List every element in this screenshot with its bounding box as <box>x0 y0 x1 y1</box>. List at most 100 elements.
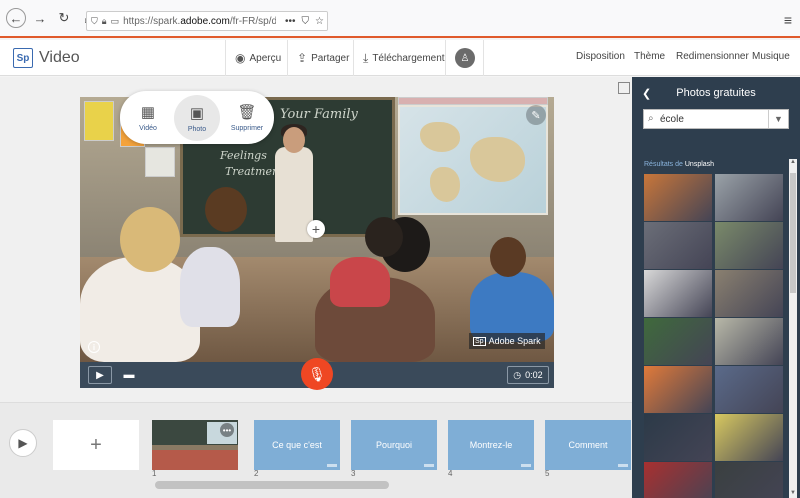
photo-result-10[interactable] <box>715 366 783 413</box>
share-label: Partager <box>311 52 350 64</box>
microphone-icon: 🎙︎ <box>308 365 326 382</box>
video-option-label: Vidéo <box>139 125 157 132</box>
slide-label: Montrez-le <box>469 440 513 450</box>
menu-icon[interactable]: ≡ <box>784 12 792 28</box>
slide-duration[interactable]: ◷ 0:02 <box>507 366 549 384</box>
film-icon: ▦ <box>140 104 156 121</box>
fullscreen-icon[interactable] <box>618 82 630 94</box>
preview-label: Aperçu <box>249 52 282 64</box>
teacher-head <box>283 127 305 153</box>
pocket-icon[interactable]: ⛉ <box>302 16 310 27</box>
preview-button[interactable]: ◉ Aperçu <box>235 40 281 76</box>
photo-option[interactable]: ▣ Photo <box>174 95 220 141</box>
thumb-kids <box>152 450 238 470</box>
photo-result-14[interactable] <box>715 462 783 498</box>
slide-thumbnail-2[interactable]: Ce que c'est <box>254 420 340 470</box>
poster <box>398 97 548 105</box>
layout-tab[interactable]: Disposition <box>576 51 625 62</box>
free-photos-panel: Photos gratuites ❮ ⌕ ▼ Résultats de Unsp… <box>632 77 800 498</box>
resize-tab[interactable]: Redimensionner <box>676 51 749 62</box>
photo-result-12[interactable] <box>715 414 783 461</box>
address-bar[interactable]: ⛉ 🔒︎ ▭ https://spark.adobe.com/fr-FR/sp/… <box>86 11 328 31</box>
photo-result-8[interactable] <box>715 318 783 365</box>
photo-option-label: Photo <box>187 125 207 133</box>
slide-corner <box>618 464 628 467</box>
photo-result-1[interactable] <box>644 174 712 221</box>
speech-bubble-icon: ▬ <box>123 369 135 381</box>
duration-label: 0:02 <box>525 370 543 380</box>
add-slide-button[interactable]: + <box>53 420 139 470</box>
divider <box>287 40 288 76</box>
back-icon[interactable]: ← <box>6 8 26 28</box>
slide-thumbnail-3[interactable]: Pourquoi <box>351 420 437 470</box>
reload-icon[interactable]: ↻ <box>54 8 74 28</box>
scroll-up-icon[interactable]: ▲ <box>789 159 797 167</box>
scroll-down-icon[interactable]: ▼ <box>789 490 797 498</box>
play-icon: ▶ <box>96 369 104 381</box>
slide-label: Ce que c'est <box>272 440 322 450</box>
photo-result-3[interactable] <box>644 222 712 269</box>
music-tab[interactable]: Musique <box>752 51 790 62</box>
photo-search: ⌕ ▼ <box>643 109 789 129</box>
logo-badge: Sp <box>13 48 33 68</box>
panel-scrollbar[interactable]: ▲ ▼ <box>789 159 797 498</box>
delete-option-label: Supprimer <box>230 125 264 132</box>
slide-label: Comment <box>568 440 608 450</box>
timeline-scrollbar[interactable] <box>155 481 389 489</box>
slide-thumbnail-4[interactable]: Montrez-le <box>448 420 534 470</box>
video-option[interactable]: ▦ Vidéo <box>124 91 172 144</box>
media-popup: ▦ Vidéo ▣ Photo 🗑︎ Supprimer <box>120 91 274 144</box>
chevron-down-icon[interactable]: ▼ <box>768 110 788 128</box>
share-button[interactable]: ⇪ Partager <box>297 40 349 76</box>
slide-timeline: ▶ + ••• 1 Ce que c'est 2 Pourquoi 3 Mont… <box>0 402 632 498</box>
slide-thumbnail-5[interactable]: Comment <box>545 420 631 470</box>
photo-result-5[interactable] <box>644 270 712 317</box>
add-element-icon[interactable]: + <box>307 220 325 238</box>
results-prefix: Résultats de <box>644 161 683 168</box>
app-logo[interactable]: Sp Video <box>13 48 80 68</box>
forward-icon[interactable]: → <box>30 8 50 28</box>
student <box>180 247 240 327</box>
slide-thumbnail-1[interactable]: ••• <box>152 420 238 470</box>
download-button[interactable]: ⤓ Téléchargement <box>363 40 445 76</box>
clock-icon: ◷ <box>513 369 522 380</box>
student <box>330 257 390 307</box>
bookmark-star-icon[interactable]: ☆ <box>315 16 324 27</box>
edit-pencil-icon[interactable]: ✎ <box>526 105 546 125</box>
photo-result-9[interactable] <box>644 366 712 413</box>
photo-results-grid <box>644 174 784 498</box>
delete-option[interactable]: 🗑︎ Supprimer <box>223 91 271 144</box>
panel-title: Photos gratuites <box>676 87 756 99</box>
download-label: Téléchargement <box>372 52 445 64</box>
divider <box>445 40 446 76</box>
photo-result-7[interactable] <box>644 318 712 365</box>
scrollbar-thumb[interactable] <box>790 173 796 293</box>
chalk-text: Your Family <box>280 107 358 122</box>
collaborate-avatar-icon[interactable]: ♙ <box>455 48 475 68</box>
eye-icon: ◉ <box>235 51 246 65</box>
results-source-link[interactable]: Unsplash <box>685 161 714 168</box>
browser-toolbar: ← → ↻ ⌂ ⛉ 🔒︎ ▭ https://spark.adobe.com/f… <box>0 0 800 38</box>
page-info-icon: ▭ <box>110 15 120 26</box>
theme-tab[interactable]: Thème <box>634 51 665 62</box>
divider <box>353 40 354 76</box>
play-all-button[interactable]: ▶ <box>9 429 37 457</box>
photo-result-6[interactable] <box>715 270 783 317</box>
download-icon: ⤓ <box>363 50 369 65</box>
photo-search-input[interactable] <box>660 112 768 126</box>
photo-result-2[interactable] <box>715 174 783 221</box>
slide-options-icon[interactable]: ••• <box>220 423 234 437</box>
student-head <box>490 237 526 277</box>
adobe-spark-watermark: Sp Adobe Spark <box>469 333 545 349</box>
record-voice-button[interactable]: 🎙︎ <box>301 358 333 390</box>
back-chevron-icon[interactable]: ❮ <box>642 87 651 100</box>
photo-result-4[interactable] <box>715 222 783 269</box>
poster <box>84 101 114 141</box>
photo-result-11[interactable] <box>644 414 712 461</box>
play-button[interactable]: ▶ <box>88 366 112 384</box>
photo-result-13[interactable] <box>644 462 712 498</box>
info-icon[interactable]: i <box>88 341 100 353</box>
caption-button[interactable]: ▬ <box>120 366 138 384</box>
more-actions-icon[interactable]: ••• <box>285 16 296 27</box>
slide-corner <box>424 464 434 467</box>
